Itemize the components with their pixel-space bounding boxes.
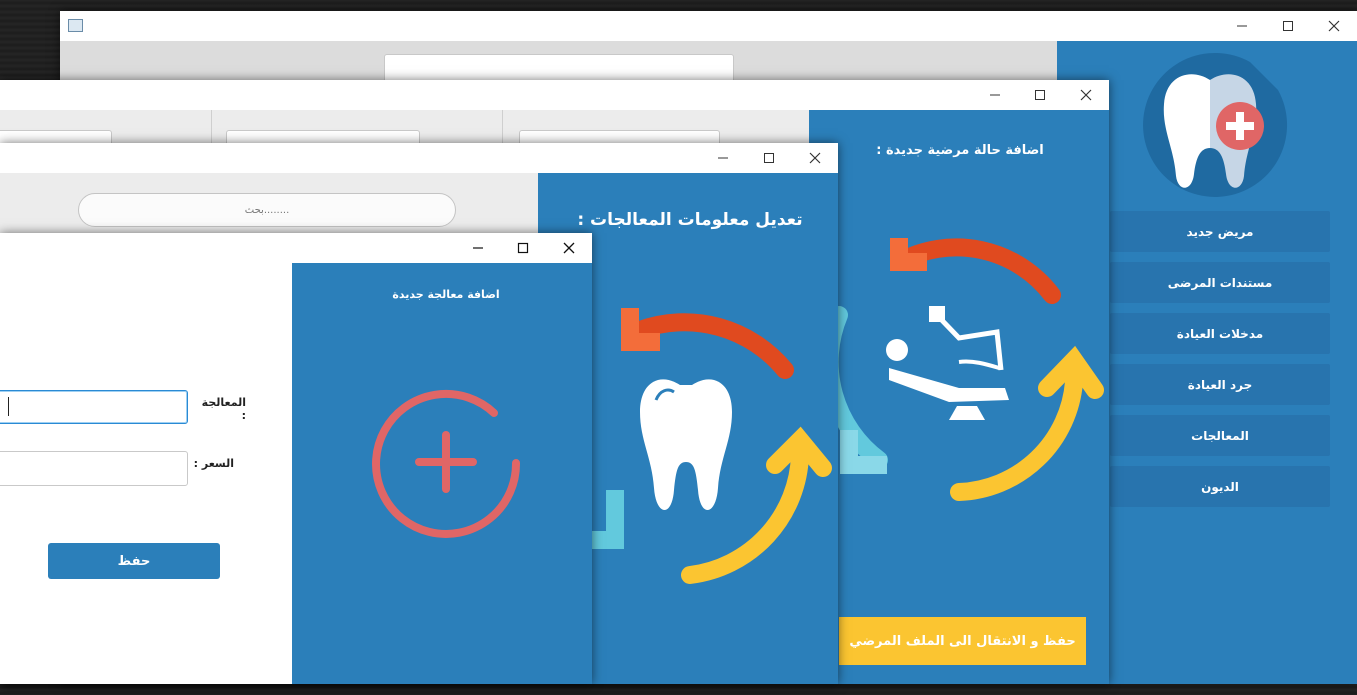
close-button[interactable] <box>546 233 592 263</box>
close-button[interactable] <box>792 143 838 173</box>
dental-chair-cycle-illustration <box>820 238 1104 501</box>
menu-clinic-entries[interactable]: مدخلات العيادة <box>1110 313 1330 354</box>
close-button[interactable] <box>1311 11 1357 41</box>
minimize-icon <box>990 94 1000 96</box>
maximize-button[interactable] <box>1017 80 1063 110</box>
menu-debts[interactable]: الديون <box>1110 466 1330 507</box>
save-button[interactable]: حفظ <box>48 543 220 579</box>
app-icon <box>68 19 83 32</box>
treatment-label: المعالجة : <box>201 396 246 422</box>
menu-patient-documents[interactable]: مستندات المرضى <box>1110 262 1330 303</box>
text-caret <box>8 397 9 416</box>
minimize-icon <box>718 157 728 159</box>
menu-new-patient[interactable]: مريض جديد <box>1110 211 1330 252</box>
minimize-icon <box>1237 25 1247 27</box>
edit-window-titlebar <box>0 143 838 173</box>
minimize-button[interactable] <box>1219 11 1265 41</box>
menu-treatments[interactable]: المعالجات <box>1110 415 1330 456</box>
close-icon <box>563 242 575 254</box>
close-button[interactable] <box>1063 80 1109 110</box>
maximize-button[interactable] <box>1265 11 1311 41</box>
patient-window-title: اضافة حالة مرضية جديدة : <box>876 143 1044 158</box>
maximize-button[interactable] <box>500 233 546 263</box>
price-input[interactable] <box>0 451 188 486</box>
main-window-titlebar <box>60 11 1357 41</box>
minimize-icon <box>473 247 483 249</box>
minimize-button[interactable] <box>700 143 746 173</box>
maximize-icon <box>764 153 774 163</box>
add-window-titlebar <box>0 233 592 263</box>
tooth-cycle-illustration <box>590 308 832 584</box>
edit-search-input[interactable] <box>78 193 456 227</box>
add-circle-icon <box>372 389 521 538</box>
maximize-icon <box>1035 90 1045 100</box>
menu-clinic-inventory[interactable]: جرد العيادة <box>1110 364 1330 405</box>
treatment-input[interactable] <box>0 390 188 424</box>
close-icon <box>1080 89 1092 101</box>
maximize-icon <box>1283 21 1293 31</box>
save-and-go-button[interactable]: حفظ و الانتقال الى الملف المرضي <box>839 617 1086 665</box>
clinic-logo <box>1143 52 1288 197</box>
minimize-button[interactable] <box>455 233 501 263</box>
close-icon <box>1328 20 1340 32</box>
maximize-button[interactable] <box>746 143 792 173</box>
patient-window-titlebar <box>0 80 1109 110</box>
edit-window-title: تعديل معلومات المعالجات : <box>577 210 803 230</box>
close-icon <box>809 152 821 164</box>
price-label: السعر : <box>193 457 234 470</box>
add-window-title: اضافة معالجة جديدة <box>392 288 500 301</box>
maximize-icon <box>517 242 529 254</box>
minimize-button[interactable] <box>972 80 1018 110</box>
